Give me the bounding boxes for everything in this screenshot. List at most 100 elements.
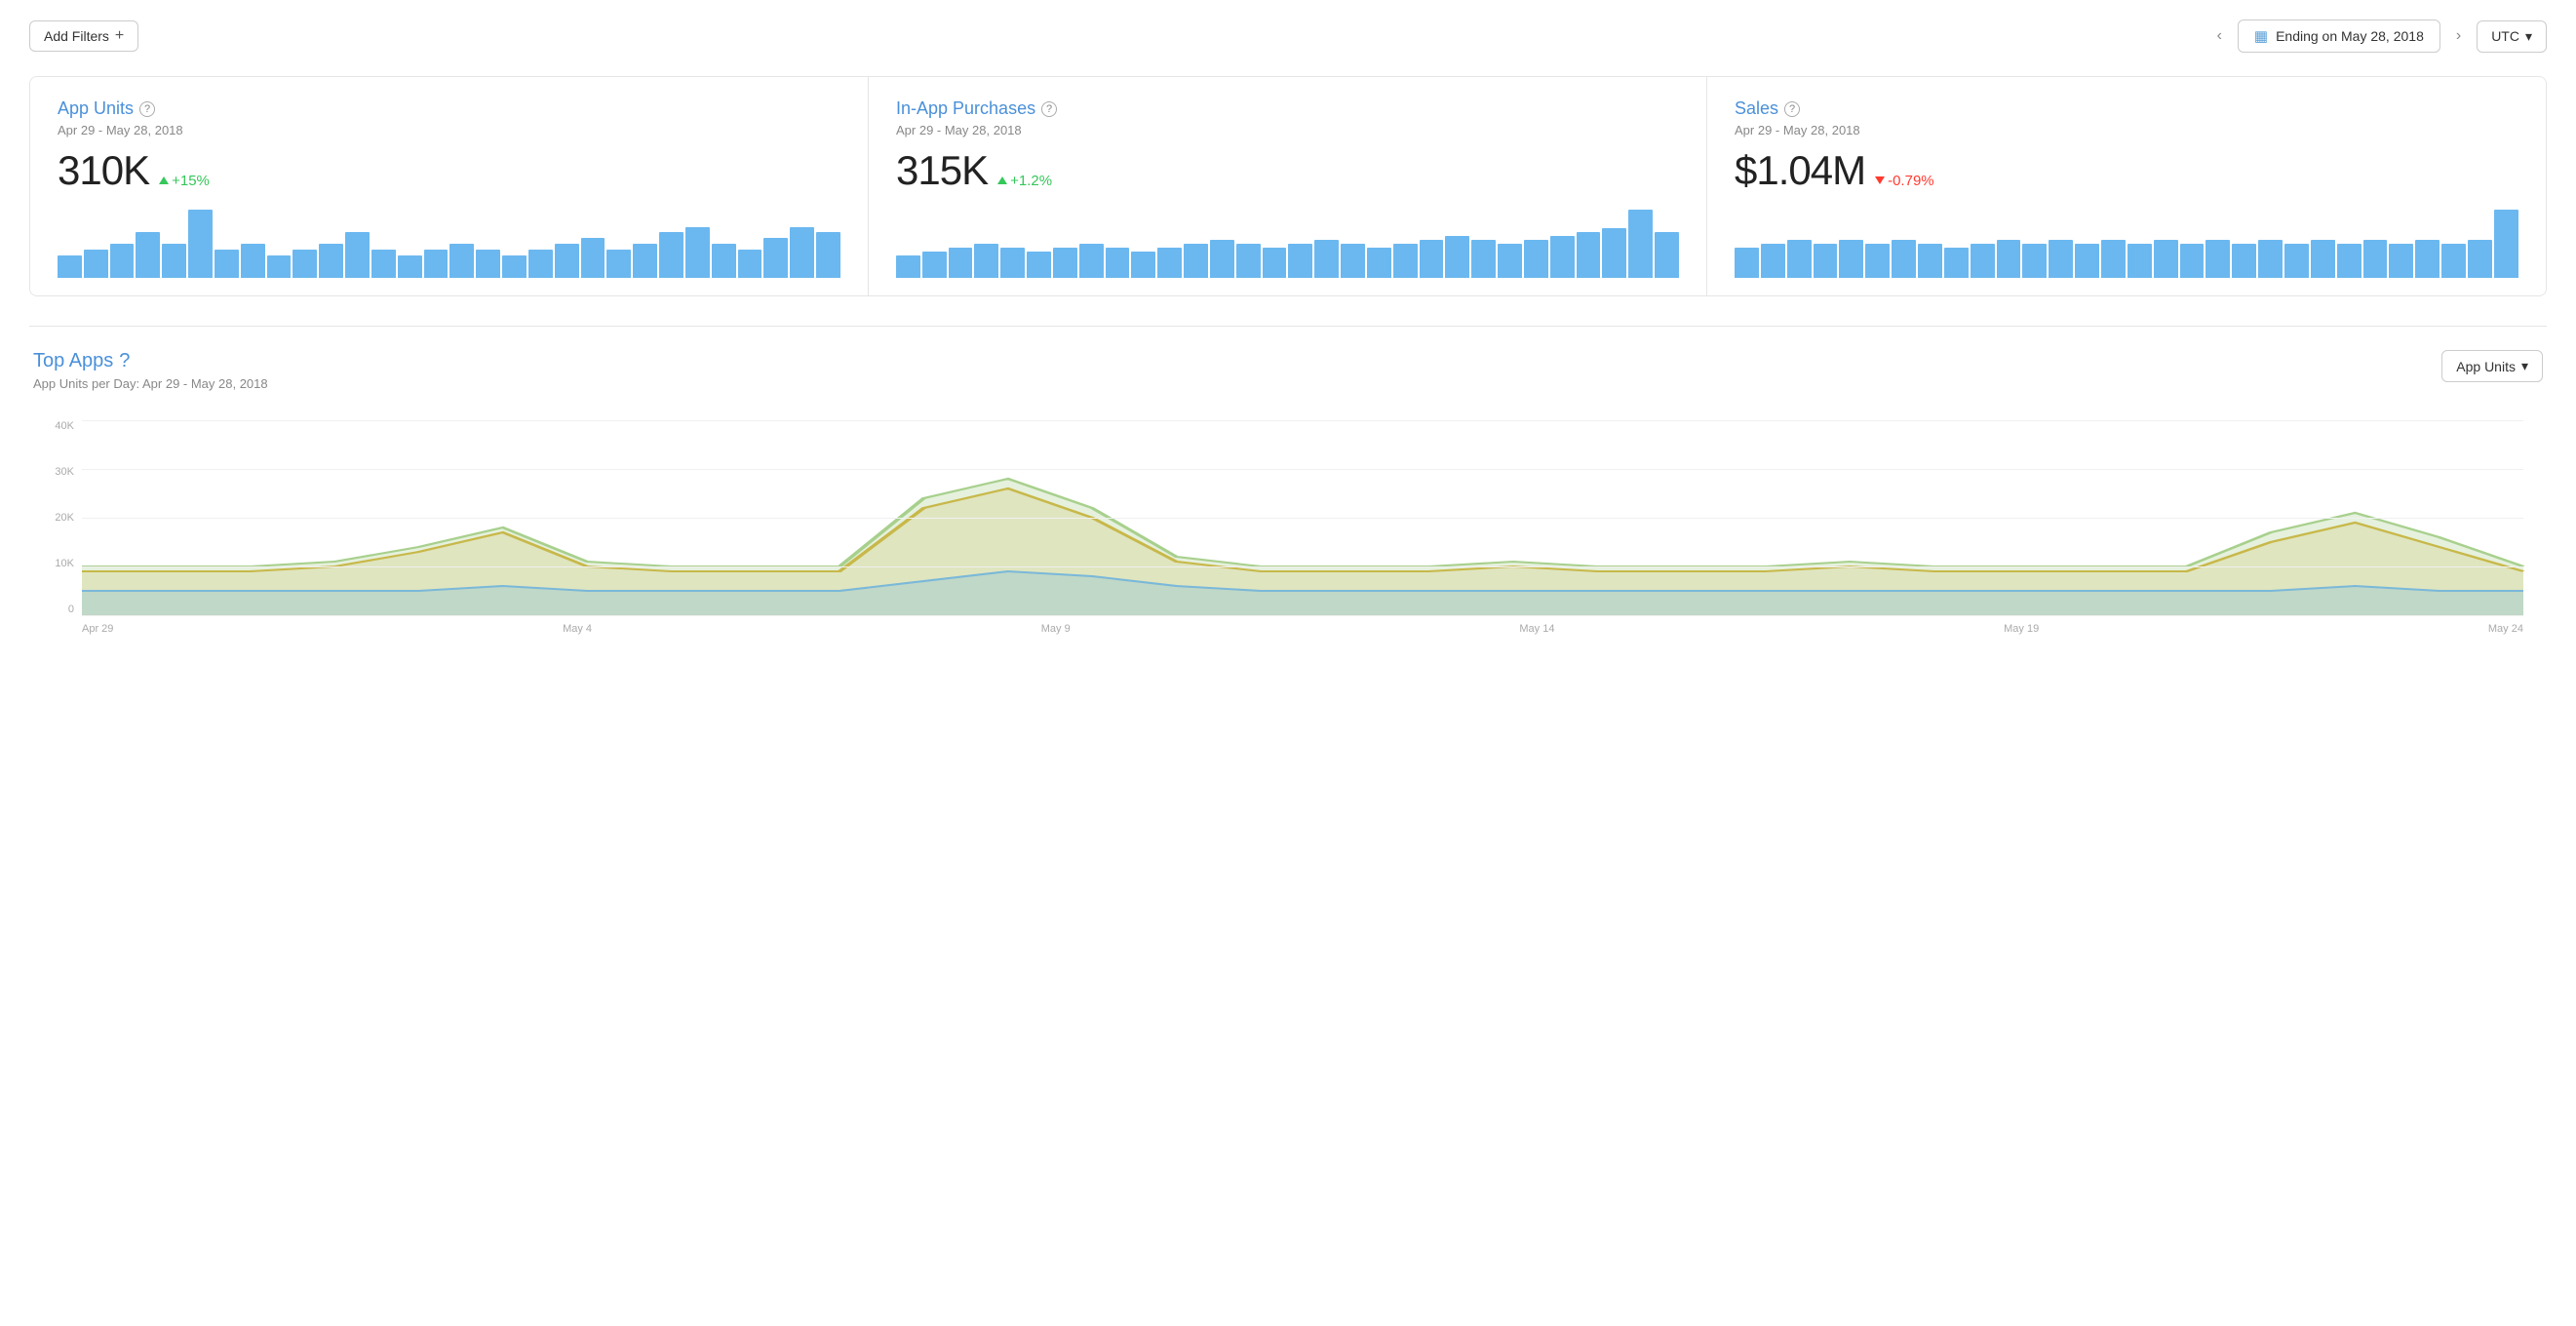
bar [1997, 240, 2021, 278]
bar [188, 210, 213, 278]
bar [2022, 244, 2047, 278]
bar [2389, 244, 2413, 278]
metric-date: Apr 29 - May 28, 2018 [58, 123, 840, 137]
bar-chart [1735, 210, 2518, 278]
bar [606, 250, 631, 278]
date-range-button[interactable]: ▦ Ending on May 28, 2018 [2238, 20, 2440, 53]
bar [2180, 244, 2205, 278]
chart-area [82, 420, 2523, 615]
calendar-icon: ▦ [2254, 27, 2268, 45]
bar [790, 227, 814, 279]
bar [1420, 240, 1444, 278]
bar [424, 250, 449, 278]
top-apps-help-icon[interactable]: ? [119, 350, 130, 372]
bar [136, 232, 160, 278]
line-chart-container: 40K30K20K10K0 Apr 29May 4May 9May 14May … [33, 420, 2543, 654]
bar [1787, 240, 1812, 278]
metric-title: Sales ? [1735, 98, 2518, 119]
app-units-dropdown-label: App Units [2456, 359, 2516, 374]
metric-help-icon[interactable]: ? [139, 101, 155, 117]
y-axis-label: 10K [55, 558, 74, 569]
bar [2075, 244, 2099, 278]
top-apps-title: Top Apps ? [33, 350, 268, 372]
bar [1814, 244, 1838, 278]
x-axis-label: May 19 [2004, 623, 2039, 635]
metric-change: -0.79% [1875, 173, 1934, 189]
bar [2311, 240, 2335, 278]
bar [1079, 244, 1104, 278]
bar [1393, 244, 1418, 278]
metric-date: Apr 29 - May 28, 2018 [1735, 123, 2518, 137]
bar [659, 232, 683, 278]
bar [2205, 240, 2230, 278]
bar [1341, 244, 1365, 278]
bar [293, 250, 317, 278]
bar [84, 250, 108, 278]
toolbar-left: Add Filters + [29, 20, 138, 52]
bar [1263, 248, 1287, 278]
bar [1498, 244, 1522, 278]
bar [1918, 244, 1942, 278]
bar [2468, 240, 2492, 278]
bar [1210, 240, 1234, 278]
bar-chart [58, 210, 840, 278]
bar [1027, 252, 1051, 278]
metric-help-icon[interactable]: ? [1784, 101, 1800, 117]
timezone-arrow-icon: ▾ [2525, 28, 2532, 45]
metric-help-icon[interactable]: ? [1041, 101, 1057, 117]
metric-title-text: Sales [1735, 98, 1778, 119]
bar [1892, 240, 1916, 278]
metric-value-row: $1.04M -0.79% [1735, 147, 2518, 194]
bar [2127, 244, 2152, 278]
x-axis-label: May 14 [1519, 623, 1554, 635]
metric-value: 315K [896, 147, 988, 194]
bar [2232, 244, 2256, 278]
bar [1236, 244, 1261, 278]
bar [1288, 244, 1312, 278]
top-apps-title-text: Top Apps [33, 350, 113, 372]
bar [974, 244, 998, 278]
metrics-row: App Units ? Apr 29 - May 28, 2018 310K +… [29, 76, 2547, 296]
change-arrow-icon [159, 176, 169, 184]
bar [1602, 228, 1626, 278]
add-filters-label: Add Filters [44, 28, 109, 44]
bar [267, 255, 292, 278]
timezone-button[interactable]: UTC ▾ [2477, 20, 2547, 53]
bar [1839, 240, 1863, 278]
metric-title: In-App Purchases ? [896, 98, 1679, 119]
y-axis-label: 0 [68, 604, 74, 615]
metric-change-text: +15% [172, 173, 210, 189]
bar [2337, 244, 2361, 278]
bar [2363, 240, 2388, 278]
bar [1865, 244, 1890, 278]
prev-arrow-button[interactable]: ‹ [2211, 23, 2228, 49]
bar [1524, 240, 1548, 278]
x-axis-label: May 24 [2488, 623, 2523, 635]
app-units-dropdown-button[interactable]: App Units ▾ [2441, 350, 2543, 382]
bar [1053, 248, 1077, 278]
bar [58, 255, 82, 278]
bar [1106, 248, 1130, 278]
metric-card-app-units: App Units ? Apr 29 - May 28, 2018 310K +… [30, 77, 869, 295]
bar [1445, 236, 1469, 278]
app-units-dropdown-arrow: ▾ [2521, 358, 2528, 374]
metric-title-text: In-App Purchases [896, 98, 1035, 119]
change-arrow-icon [1875, 176, 1885, 184]
bar [319, 244, 343, 278]
bar [1157, 248, 1182, 278]
metric-card-in-app-purchases: In-App Purchases ? Apr 29 - May 28, 2018… [869, 77, 1707, 295]
top-apps-title-group: Top Apps ? App Units per Day: Apr 29 - M… [33, 350, 268, 410]
next-arrow-button[interactable]: › [2450, 23, 2467, 49]
plus-icon: + [115, 27, 124, 45]
section-divider [29, 326, 2547, 327]
bar [555, 244, 579, 278]
bar [215, 250, 239, 278]
page-container: Add Filters + ‹ ▦ Ending on May 28, 2018… [0, 0, 2576, 1326]
metric-change: +1.2% [997, 173, 1052, 189]
bar [2415, 240, 2439, 278]
bar [1761, 244, 1785, 278]
bar [1577, 232, 1601, 278]
bar [1000, 248, 1025, 278]
bar [241, 244, 265, 278]
add-filters-button[interactable]: Add Filters + [29, 20, 138, 52]
